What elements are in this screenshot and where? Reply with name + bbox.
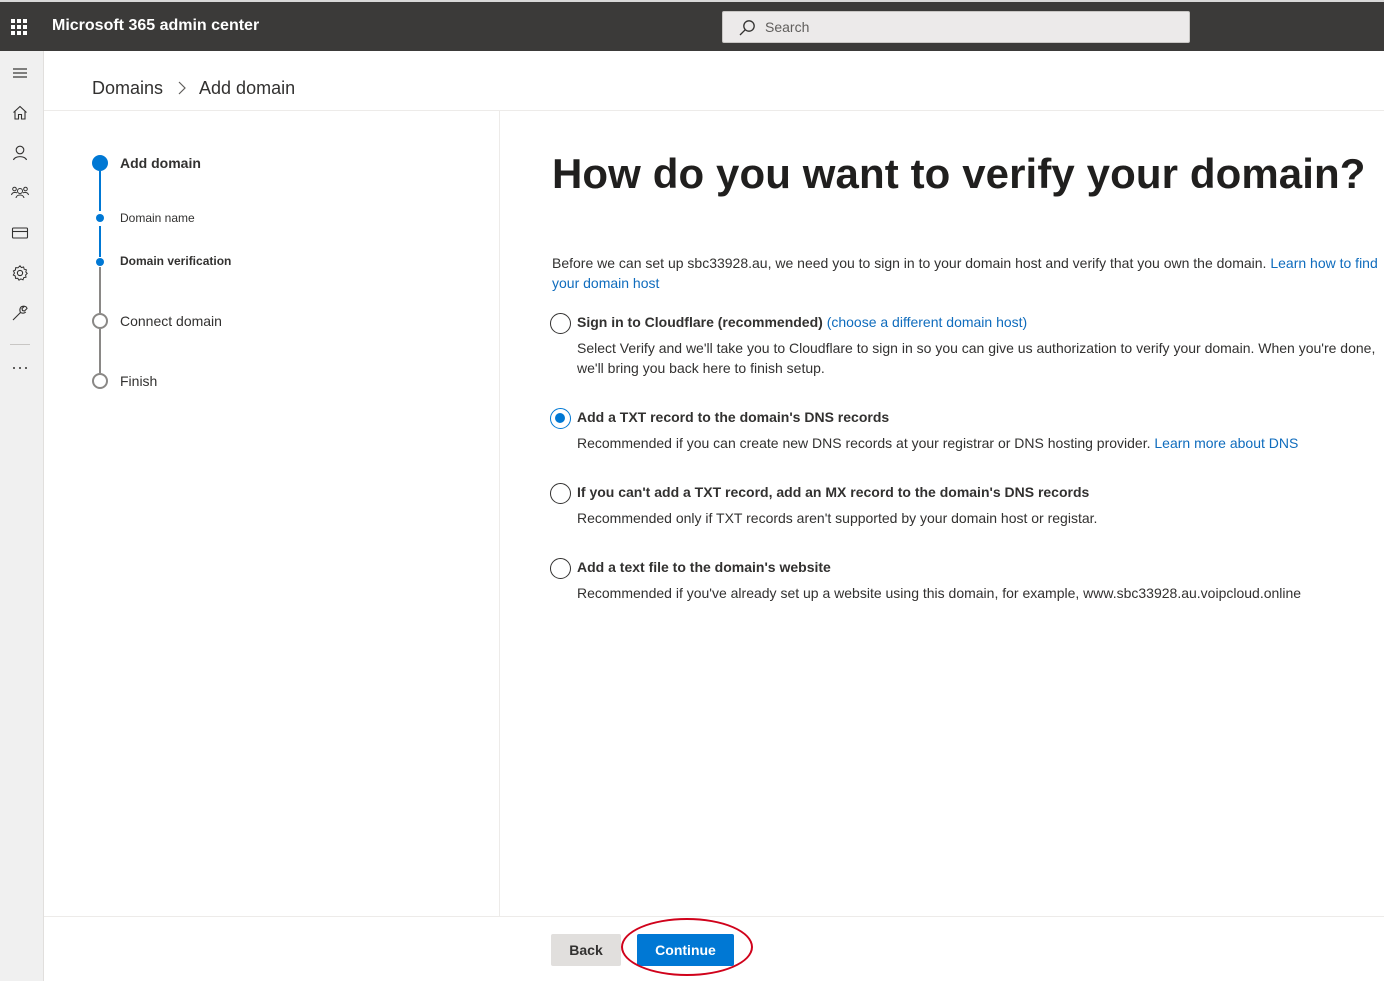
panel-divider <box>499 111 500 916</box>
step-connector <box>99 171 101 211</box>
footer-divider <box>44 916 1384 917</box>
top-bar: Microsoft 365 admin center <box>0 0 1384 51</box>
continue-button[interactable]: Continue <box>637 934 734 966</box>
settings-icon[interactable] <box>10 263 30 283</box>
option-title: If you can't add a TXT record, add an MX… <box>577 484 1090 500</box>
substep-indicator-done <box>96 214 104 222</box>
option-title: Add a text file to the domain's website <box>577 559 831 575</box>
step-finish: Finish <box>120 373 158 389</box>
step-indicator-pending <box>92 313 108 329</box>
back-button[interactable]: Back <box>551 934 621 966</box>
intro-text: Before we can set up sbc33928.au, we nee… <box>552 253 1384 293</box>
breadcrumb-domains-link[interactable]: Domains <box>92 78 163 99</box>
radio-button[interactable] <box>550 483 571 504</box>
setup-icon[interactable] <box>10 303 30 323</box>
step-indicator-current <box>92 155 108 171</box>
breadcrumb: Domains Add domain <box>92 76 295 100</box>
header-divider <box>44 110 1384 111</box>
step-add-domain: Add domain <box>120 155 201 171</box>
option-title: Add a TXT record to the domain's DNS rec… <box>577 409 890 425</box>
radio-button[interactable] <box>550 558 571 579</box>
option-description: Recommended if you've already set up a w… <box>577 585 1302 601</box>
menu-icon[interactable] <box>10 63 30 83</box>
choose-different-host-link[interactable]: (choose a different domain host) <box>827 314 1028 330</box>
radio-button-selected[interactable] <box>550 408 571 429</box>
radio-button[interactable] <box>550 313 571 334</box>
option-description: Select Verify and we'll take you to Clou… <box>577 340 1376 376</box>
nav-divider <box>10 344 30 345</box>
search-box[interactable] <box>722 11 1190 43</box>
step-indicator-pending <box>92 373 108 389</box>
step-connector <box>99 267 101 313</box>
substep-indicator-active <box>96 258 104 266</box>
step-connect-domain: Connect domain <box>120 313 222 329</box>
app-launcher-icon[interactable] <box>11 19 27 35</box>
option-description: Recommended only if TXT records aren't s… <box>577 510 1098 526</box>
group-icon[interactable] <box>10 183 30 203</box>
user-icon[interactable] <box>10 143 30 163</box>
left-nav-rail <box>0 51 44 981</box>
option-description: Recommended if you can create new DNS re… <box>577 433 1384 453</box>
app-title[interactable]: Microsoft 365 admin center <box>52 17 259 35</box>
home-icon[interactable] <box>10 103 30 123</box>
intro-body: Before we can set up sbc33928.au, we nee… <box>552 255 1271 271</box>
option-title: Sign in to Cloudflare (recommended) (cho… <box>577 314 1027 330</box>
step-connector <box>99 226 101 257</box>
step-domain-name: Domain name <box>120 211 195 225</box>
search-icon <box>739 20 755 36</box>
step-connector <box>99 329 101 373</box>
breadcrumb-current: Add domain <box>199 77 296 98</box>
step-domain-verification: Domain verification <box>120 254 232 268</box>
billing-icon[interactable] <box>10 223 30 243</box>
chevron-right-icon <box>178 81 186 95</box>
search-input[interactable] <box>765 12 1165 42</box>
page-title: How do you want to verify your domain? <box>552 150 1366 197</box>
more-icon[interactable] <box>10 358 30 378</box>
learn-more-dns-link[interactable]: Learn more about DNS <box>1154 435 1298 451</box>
option-title-text: Sign in to Cloudflare (recommended) <box>577 314 823 330</box>
option-description-text: Recommended if you can create new DNS re… <box>577 435 1155 451</box>
